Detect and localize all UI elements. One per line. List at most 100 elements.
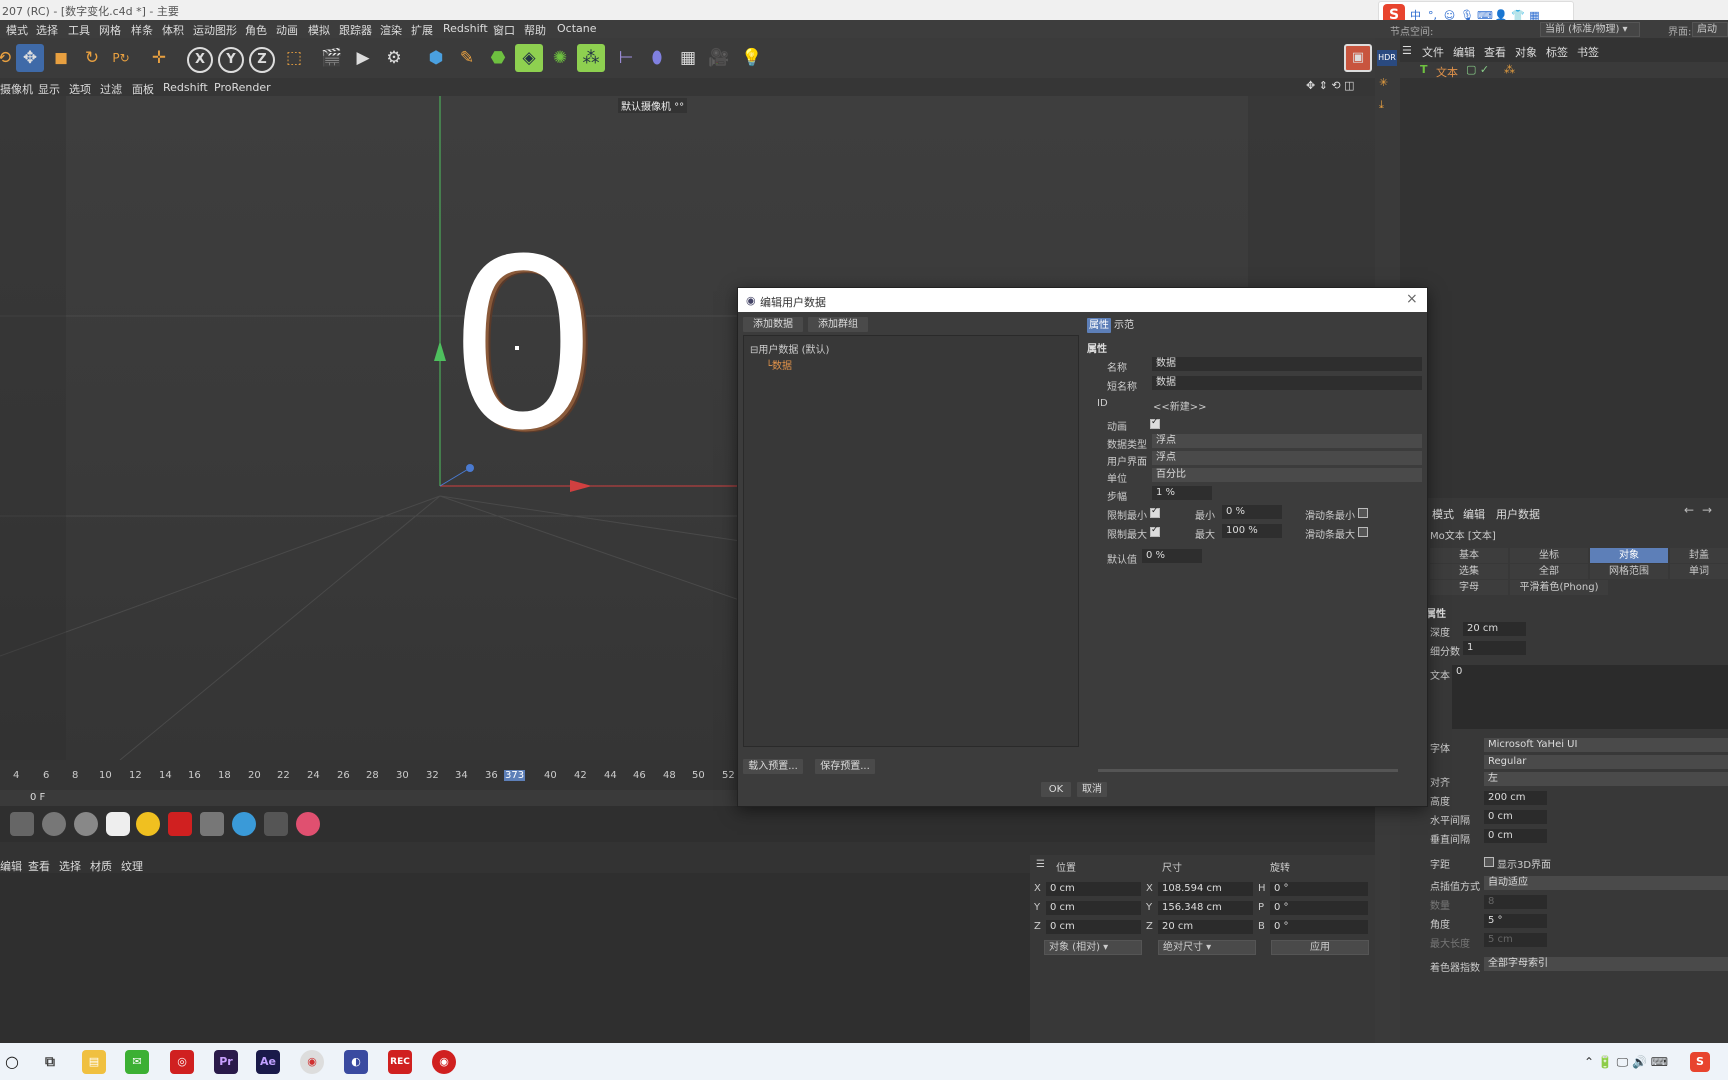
mograph-icon[interactable]: ⁂ — [577, 44, 605, 72]
tab-coord[interactable]: 坐标 — [1510, 548, 1588, 563]
tab-phong[interactable]: 平滑着色(Phong) — [1510, 580, 1608, 595]
mat-menu-texture[interactable]: 纹理 — [121, 858, 143, 874]
vp-menu-options[interactable]: 选项 — [69, 81, 91, 97]
file-explorer-icon[interactable]: ▤ — [82, 1050, 106, 1074]
wechat-icon[interactable]: ✉ — [125, 1050, 149, 1074]
max-field[interactable]: 100 % — [1222, 524, 1282, 538]
move-tool-icon[interactable]: ✥ — [16, 44, 44, 72]
apply-button[interactable]: 应用 — [1271, 940, 1369, 955]
font-style-field[interactable]: Regular — [1484, 755, 1728, 769]
objects-menu-icon[interactable]: ☰ — [1402, 44, 1412, 57]
tab-selection[interactable]: 选集 — [1430, 564, 1508, 579]
interface-field[interactable]: 浮点 — [1152, 451, 1422, 465]
properties-scrollbar[interactable] — [1098, 769, 1398, 772]
last-tool-icon[interactable]: ✛ — [145, 44, 173, 72]
tab-caps[interactable]: 封盖 — [1670, 548, 1728, 563]
show-3d-checkbox[interactable] — [1484, 857, 1494, 867]
sun-icon[interactable] — [136, 812, 160, 836]
pos-y-field[interactable]: 0 cm — [1046, 901, 1141, 915]
close-icon[interactable]: × — [1406, 291, 1418, 307]
coord-mode-dropdown[interactable]: 对象 (相对) ▾ — [1044, 940, 1142, 955]
playhead-marker[interactable]: 373 — [504, 770, 526, 781]
pin-icon[interactable]: ⤓ — [1379, 98, 1384, 112]
menu-mograph[interactable]: 运动图形 — [193, 22, 237, 38]
cinema4d-icon[interactable]: ◐ — [344, 1050, 368, 1074]
obj-menu-edit[interactable]: 编辑 — [1453, 44, 1475, 60]
text-input-area[interactable]: 0 — [1452, 665, 1728, 729]
obj-menu-view[interactable]: 查看 — [1484, 44, 1506, 60]
vp-menu-panel[interactable]: 面板 — [132, 81, 154, 97]
object-row-text[interactable]: T 文本 ▢ ✓ ⁂ — [1400, 62, 1728, 79]
scale-tool-icon[interactable]: ◼ — [47, 44, 75, 72]
size-x-field[interactable]: 108.594 cm — [1158, 882, 1253, 896]
slider-min-checkbox[interactable] — [1358, 508, 1368, 518]
chrome-icon[interactable]: ◉ — [300, 1050, 324, 1074]
menu-animation[interactable]: 动画 — [276, 22, 298, 38]
rot-h-field[interactable]: 0 ° — [1270, 882, 1368, 896]
size-mode-dropdown[interactable]: 绝对尺寸 ▾ — [1158, 940, 1256, 955]
limit-min-checkbox[interactable] — [1150, 506, 1160, 518]
size-y-field[interactable]: 156.348 cm — [1158, 901, 1253, 915]
user-data-tree[interactable]: ⊟用户数据 (默认) └数据 — [743, 335, 1079, 747]
object-visibility-icons[interactable]: ▢ ✓ — [1466, 63, 1489, 76]
name-field[interactable]: 数据 — [1152, 357, 1422, 371]
menu-character[interactable]: 角色 — [245, 22, 267, 38]
tree-root-item[interactable]: ⊟用户数据 (默认) — [750, 341, 829, 356]
menu-spline[interactable]: 样条 — [131, 22, 153, 38]
animate-checkbox[interactable] — [1150, 417, 1160, 429]
dialog-title-bar[interactable]: ◉ 编辑用户数据 × — [738, 288, 1427, 312]
coords-menu-icon[interactable]: ☰ — [1036, 859, 1045, 870]
menu-extensions[interactable]: 扩展 — [411, 22, 433, 38]
render-view-icon[interactable]: 🎬 — [318, 44, 346, 72]
node-space-dropdown[interactable]: 当前 (标准/物理) ▾ — [1540, 22, 1640, 37]
deformer-icon[interactable]: ⊢ — [612, 44, 640, 72]
vp-menu-prorender[interactable]: ProRender — [214, 81, 271, 94]
render-picture-viewer-icon[interactable]: ▶ — [349, 44, 377, 72]
slider-max-checkbox[interactable] — [1358, 527, 1368, 537]
cloner-icon[interactable]: ✺ — [546, 44, 574, 72]
menu-volume[interactable]: 体积 — [162, 22, 184, 38]
cancel-button[interactable]: 取消 — [1077, 782, 1107, 797]
obj-menu-object[interactable]: 对象 — [1515, 44, 1537, 60]
menu-octane[interactable]: Octane — [557, 22, 597, 35]
shape-tool-icon[interactable] — [200, 812, 224, 836]
subdivision-field[interactable]: 1 — [1463, 641, 1526, 655]
menu-mesh[interactable]: 网格 — [99, 22, 121, 38]
tab-word[interactable]: 单词 — [1670, 564, 1728, 579]
viewport-nav-icons[interactable]: ✥ ⇕ ⟲ ◫ — [1306, 79, 1355, 92]
angle-field[interactable]: 5 ° — [1484, 914, 1547, 928]
menu-window[interactable]: 窗口 — [493, 22, 515, 38]
tab-object[interactable]: 对象 — [1590, 548, 1668, 563]
load-preset-button[interactable]: 载入预置... — [743, 759, 803, 774]
field-icon[interactable]: ⬮ — [643, 44, 671, 72]
recording-app-icon[interactable]: REC — [388, 1050, 412, 1074]
obj-menu-bookmark[interactable]: 书签 — [1577, 44, 1599, 60]
z-axis-lock-icon[interactable]: Z — [249, 47, 275, 73]
min-field[interactable]: 0 % — [1222, 505, 1282, 519]
attr-menu-edit[interactable]: 编辑 — [1463, 506, 1485, 522]
count-field[interactable]: 8 — [1484, 895, 1547, 909]
shader-index-field[interactable]: 全部字母索引 — [1484, 957, 1728, 971]
attr-menu-mode[interactable]: 模式 — [1432, 506, 1454, 522]
data-type-field[interactable]: 浮点 — [1152, 434, 1422, 448]
vp-menu-camera[interactable]: 摄像机 — [0, 81, 33, 97]
vp-menu-filter[interactable]: 过滤 — [100, 81, 122, 97]
unit-field[interactable]: 百分比 — [1152, 468, 1422, 482]
sogou-tray-icon[interactable]: S — [1690, 1052, 1710, 1072]
record-icon[interactable] — [168, 812, 192, 836]
hspace-field[interactable]: 0 cm — [1484, 810, 1547, 824]
mat-menu-material[interactable]: 材质 — [90, 858, 112, 874]
tab-letter[interactable]: 字母 — [1430, 580, 1508, 595]
text-object-zero[interactable]: 0 — [448, 216, 598, 466]
tab-mesh-range[interactable]: 网格范围 — [1590, 564, 1668, 579]
object-tag-icon[interactable]: ⁂ — [1504, 63, 1515, 76]
menu-simulate[interactable]: 模拟 — [308, 22, 330, 38]
pos-z-field[interactable]: 0 cm — [1046, 920, 1141, 934]
obj-menu-tag[interactable]: 标签 — [1546, 44, 1568, 60]
forward-arrow-icon[interactable]: → — [1702, 503, 1712, 517]
psr-icon[interactable]: P↻ — [107, 44, 135, 72]
y-axis-lock-icon[interactable]: Y — [218, 47, 244, 73]
pos-x-field[interactable]: 0 cm — [1046, 882, 1141, 896]
cube-icon[interactable]: ⬢ — [422, 44, 450, 72]
vp-menu-display[interactable]: 显示 — [38, 81, 60, 97]
